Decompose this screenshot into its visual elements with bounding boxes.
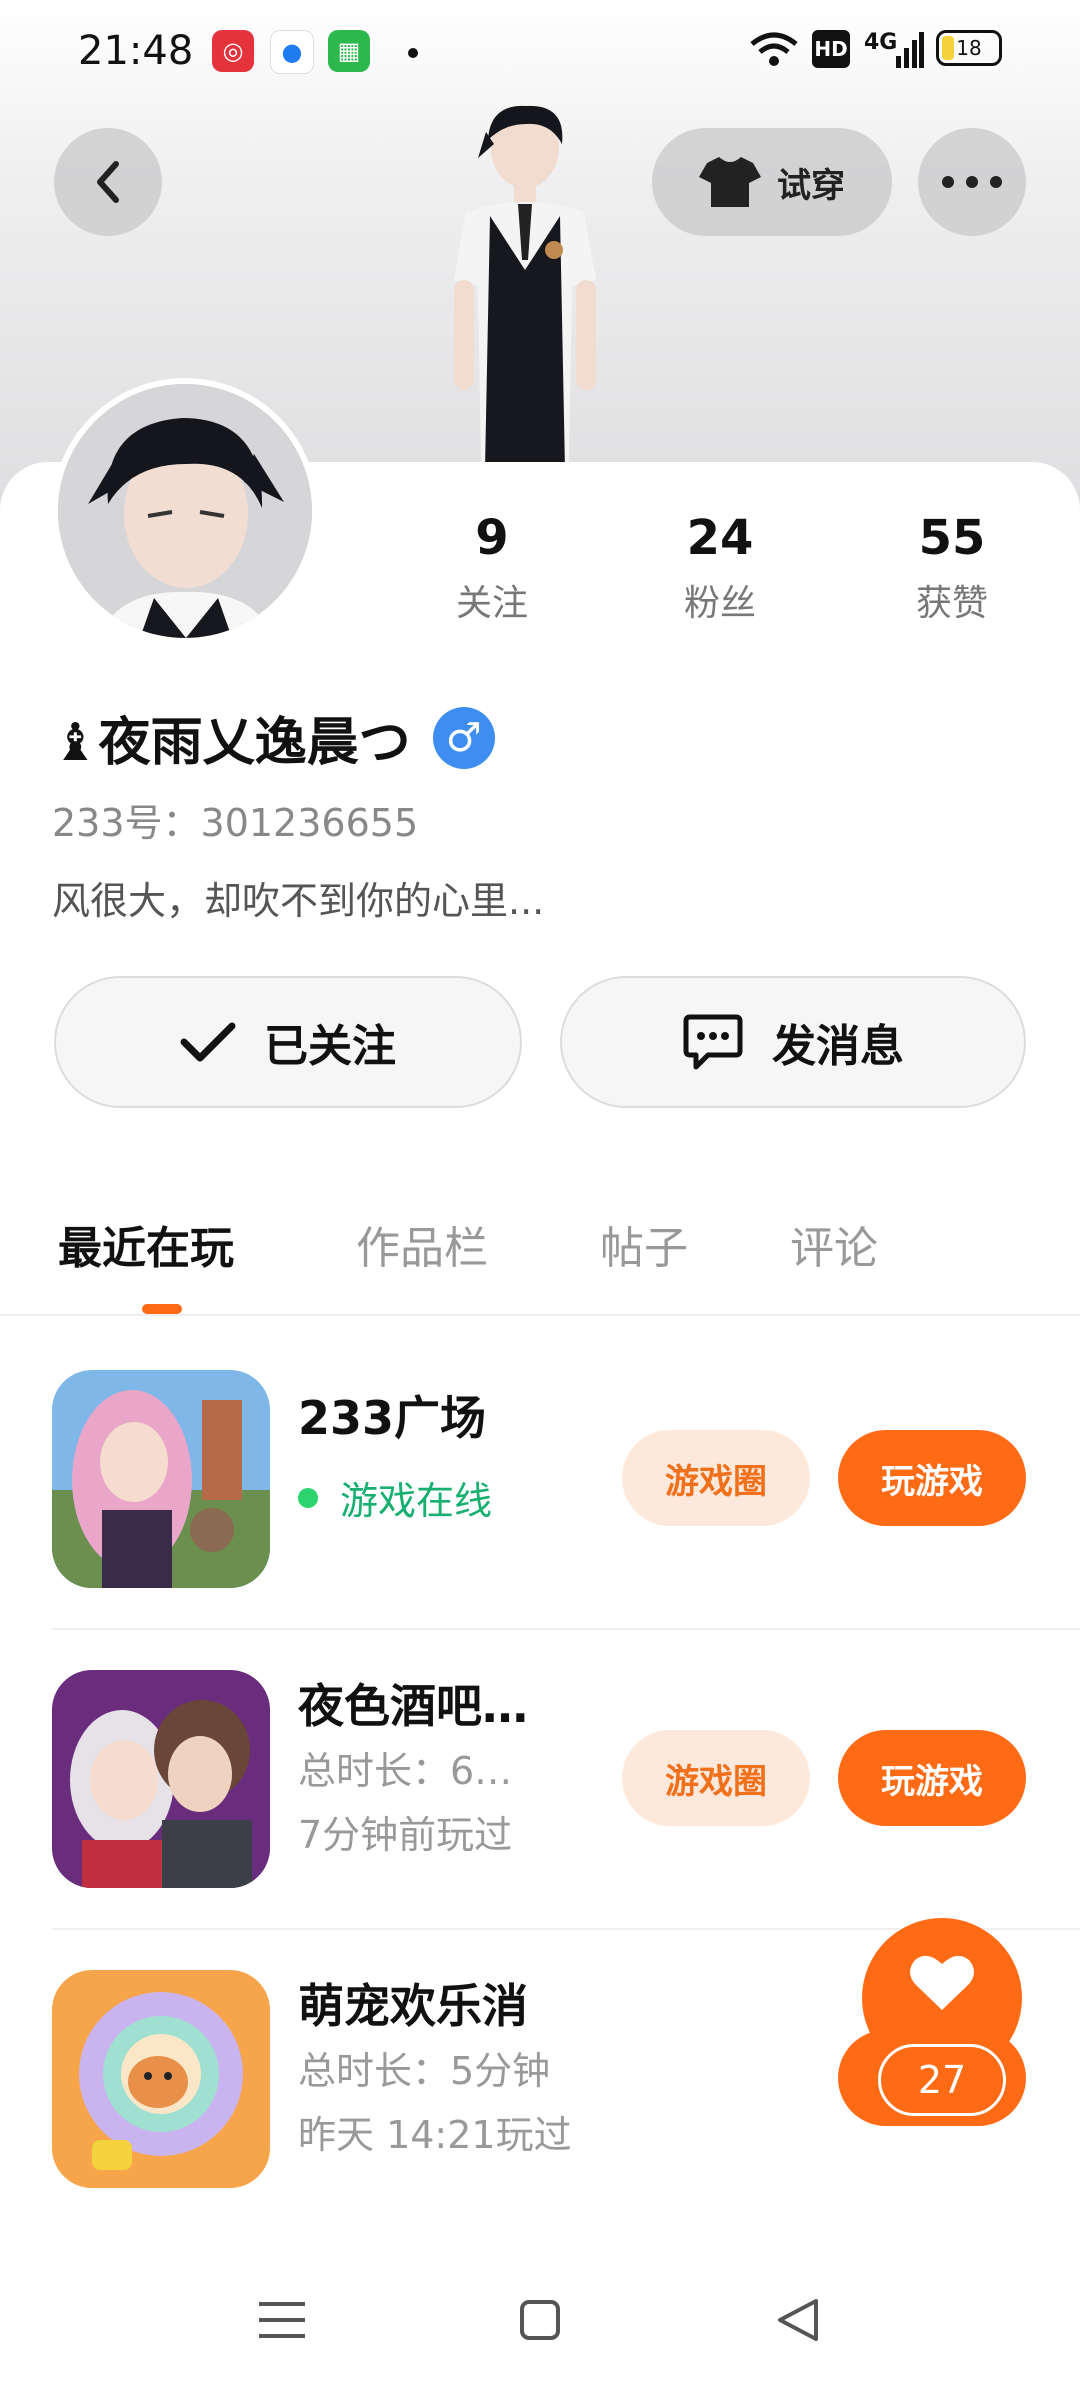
profile-tabs: 最近在玩 作品栏 帖子 评论	[0, 1200, 1080, 1316]
profile-uid: 233号：301236655	[52, 792, 418, 847]
game-icon-night-bar[interactable]	[52, 1670, 270, 1888]
tab-comments[interactable]: 评论	[790, 1212, 878, 1276]
profile-nickname: ♝夜雨乂逸晨つ ♂	[52, 700, 495, 775]
stat-following[interactable]: 9 关注	[412, 510, 572, 626]
send-message-label: 发消息	[772, 1021, 904, 1072]
more-options-button[interactable]	[918, 128, 1026, 236]
stat-followers[interactable]: 24 粉丝	[640, 510, 800, 626]
tab-recently-played[interactable]: 最近在玩	[58, 1212, 234, 1276]
game-icon-233-plaza[interactable]	[52, 1370, 270, 1588]
tab-works[interactable]: 作品栏	[356, 1212, 488, 1276]
signal-icon	[896, 30, 924, 70]
active-tab-indicator	[142, 1304, 182, 1314]
followers-label: 粉丝	[683, 583, 756, 624]
triangle-back-icon	[778, 2299, 818, 2341]
likes-label: 获赞	[915, 583, 988, 624]
chat-bubble-icon	[683, 1014, 743, 1070]
stat-likes[interactable]: 55 获赞	[872, 510, 1032, 626]
system-navigation-bar	[0, 2228, 1080, 2400]
game-name: 夜色酒吧…	[298, 1679, 528, 1733]
send-message-button[interactable]: 发消息	[560, 976, 1026, 1108]
browser-icon: ●	[270, 30, 314, 74]
avatar-figure-illustration	[454, 105, 596, 520]
home-button[interactable]	[500, 2280, 580, 2360]
status-time: 21:48	[78, 28, 194, 74]
list-item[interactable]: 233广场 游戏在线 游戏圈 玩游戏	[0, 1330, 1080, 1630]
avatar[interactable]	[52, 378, 318, 644]
avatar-portrait	[58, 384, 312, 638]
followed-label: 已关注	[264, 1021, 396, 1072]
square-icon	[520, 2300, 560, 2340]
more-dots-icon	[942, 176, 1002, 188]
game-total-duration: 总时长：6…	[298, 1749, 513, 1793]
game-last-played: 昨天 14:21玩过	[298, 2113, 572, 2157]
followed-button[interactable]: 已关注	[54, 976, 522, 1108]
status-bar: 21:48 ◎ ● ▦ HD 4G 18	[0, 0, 1080, 100]
game-total-duration: 总时长：5分钟	[298, 2049, 551, 2093]
game-name: 233广场	[298, 1391, 487, 1445]
chevron-left-icon	[97, 161, 119, 203]
game-icon-cute-pet-match[interactable]	[52, 1970, 270, 2188]
uid-label: 233号：	[52, 801, 201, 845]
following-count: 9	[475, 510, 509, 566]
netease-music-icon: ◎	[212, 30, 254, 72]
checkmark-icon	[180, 1022, 236, 1062]
tab-posts[interactable]: 帖子	[600, 1212, 688, 1276]
recent-apps-button[interactable]	[242, 2280, 322, 2360]
game-last-played: 7分钟前玩过	[298, 1813, 513, 1857]
tabs-divider	[0, 1314, 1080, 1316]
game-name: 萌宠欢乐消	[298, 1979, 528, 2033]
battery-icon: 18	[936, 30, 1002, 66]
list-item[interactable]: 夜色酒吧… 总时长：6… 7分钟前玩过 游戏圈 玩游戏	[0, 1630, 1080, 1930]
menu-lines-icon	[259, 2302, 305, 2338]
online-dot-icon	[298, 1487, 318, 1508]
followers-count: 24	[686, 510, 754, 566]
like-count-badge: 27	[878, 2044, 1006, 2116]
back-button[interactable]	[54, 128, 162, 236]
heart-icon	[910, 1955, 974, 2010]
more-notifications-dot	[408, 48, 418, 58]
game-online-status: 游戏在线	[298, 1470, 492, 1525]
try-on-label: 试穿	[777, 165, 845, 206]
tshirt-icon	[699, 157, 761, 207]
hd-badge: HD	[812, 30, 850, 68]
battery-level: 18	[956, 36, 982, 60]
online-status-text: 游戏在线	[340, 1479, 493, 1523]
back-nav-button[interactable]	[758, 2280, 838, 2360]
network-type: 4G	[864, 30, 898, 55]
profile-bio: 风很大，却吹不到你的心里...	[52, 879, 545, 923]
game-circle-button[interactable]: 游戏圈	[622, 1430, 810, 1526]
wifi-icon	[750, 30, 798, 70]
male-gender-icon: ♂	[432, 706, 495, 769]
app-store-icon: ▦	[328, 30, 370, 72]
uid-value: 301236655	[200, 801, 419, 845]
play-game-button[interactable]: 玩游戏	[838, 1430, 1026, 1526]
nickname-text: ♝夜雨乂逸晨つ	[52, 713, 411, 773]
game-circle-button[interactable]: 游戏圈	[622, 1730, 810, 1826]
following-label: 关注	[455, 583, 528, 624]
likes-count: 55	[918, 510, 986, 566]
try-on-button[interactable]: 试穿	[652, 128, 892, 236]
play-game-button[interactable]: 玩游戏	[838, 1730, 1026, 1826]
